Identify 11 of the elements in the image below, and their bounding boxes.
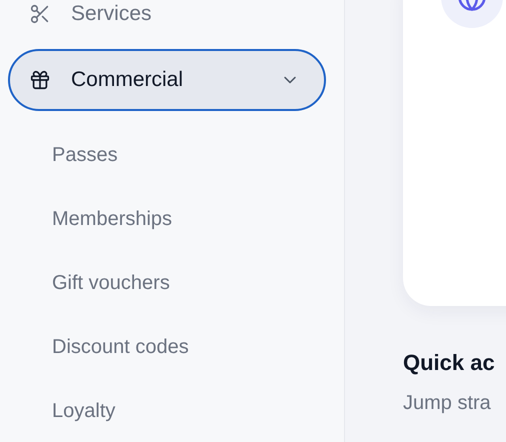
scissors-icon [29,3,51,25]
submenu-item[interactable]: Passes [52,144,118,166]
submenu-item[interactable]: Memberships [52,208,172,230]
submenu-item[interactable]: Discount codes [52,336,189,358]
section-title: Quick ac [403,350,496,376]
submenu-item[interactable]: Gift vouchers [52,272,170,294]
sidebar-item[interactable]: Commercial [8,49,326,111]
submenu-item[interactable]: Loyalty [52,400,116,422]
gift-icon [29,69,51,91]
section-subtitle: Jump stra [403,392,492,415]
sidebar-item[interactable]: Services [8,0,326,45]
